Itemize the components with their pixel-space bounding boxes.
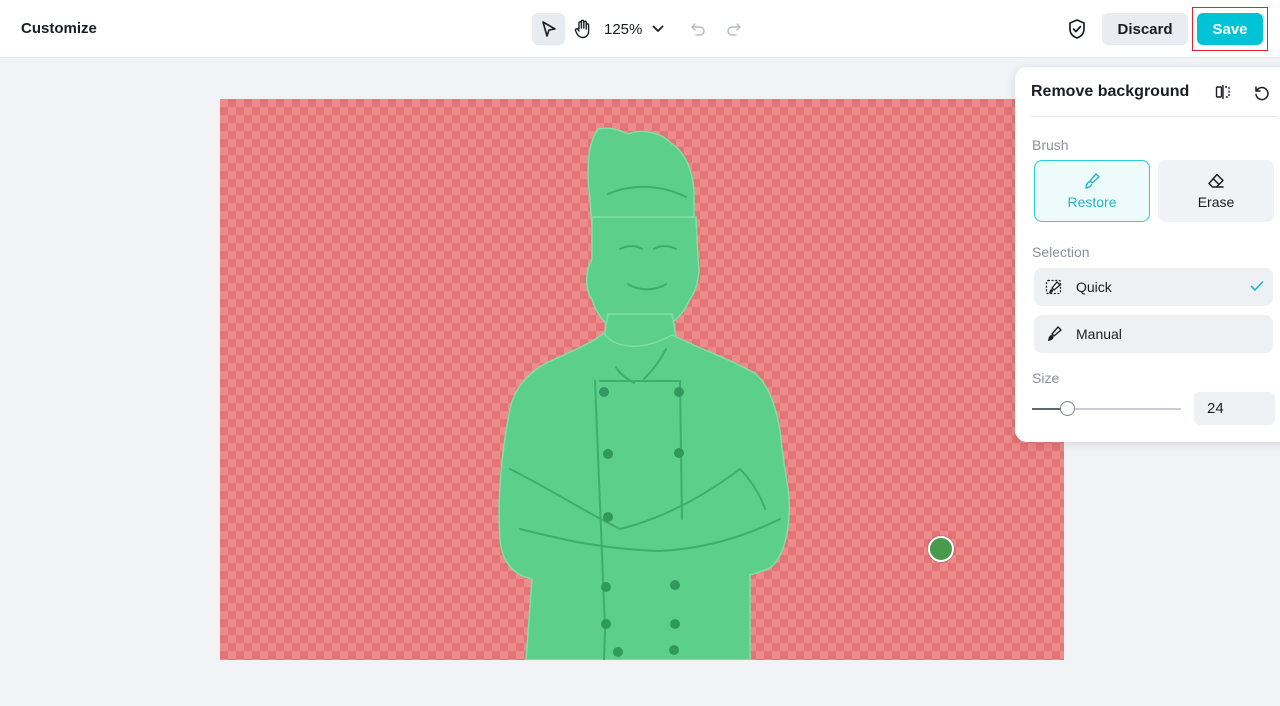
hand-icon <box>574 19 589 39</box>
quick-label: Quick <box>1076 279 1112 295</box>
panel-divider <box>1031 116 1278 117</box>
redo-button[interactable] <box>722 17 746 41</box>
restore-label: Restore <box>1067 194 1117 210</box>
eraser-icon <box>1208 173 1224 188</box>
protect-button[interactable] <box>1064 16 1090 42</box>
undo-icon <box>691 23 705 36</box>
split-compare-icon <box>1215 85 1230 99</box>
brush-icon <box>1085 173 1100 189</box>
checkmark-icon <box>1250 281 1264 291</box>
top-toolbar: Customize 125% Discard Save <box>0 0 1280 58</box>
selection-section-label: Selection <box>1032 244 1090 260</box>
page-title: Customize <box>21 20 97 37</box>
size-input[interactable] <box>1194 392 1275 425</box>
size-slider[interactable] <box>1032 401 1181 416</box>
discard-button[interactable]: Discard <box>1102 13 1188 45</box>
chevron-down-icon <box>652 25 664 32</box>
save-highlight-box: Save <box>1192 7 1268 51</box>
zoom-level: 125% <box>604 20 643 38</box>
magic-brush-icon <box>1044 277 1064 297</box>
remove-background-panel: Remove background Brush Restore Erase Se… <box>1015 67 1280 442</box>
brush-icon <box>1044 324 1064 344</box>
panel-title: Remove background <box>1031 83 1190 100</box>
manual-selection-option[interactable]: Manual <box>1034 315 1273 353</box>
erase-label: Erase <box>1197 194 1235 210</box>
brush-cursor <box>928 536 954 562</box>
subject-mask <box>498 127 790 660</box>
shield-check-icon <box>1069 19 1085 39</box>
cursor-arrow-icon <box>541 21 556 37</box>
restore-brush-button[interactable]: Restore <box>1034 160 1150 222</box>
redo-icon <box>727 23 741 36</box>
select-tool-button[interactable] <box>532 13 565 45</box>
pan-tool-button[interactable] <box>566 13 599 45</box>
size-slider-thumb[interactable] <box>1060 401 1075 416</box>
quick-selection-option[interactable]: Quick <box>1034 268 1273 306</box>
erase-brush-button[interactable]: Erase <box>1158 160 1274 222</box>
compare-button[interactable] <box>1213 82 1233 102</box>
zoom-dropdown[interactable]: 125% <box>604 13 664 45</box>
size-section-label: Size <box>1032 370 1060 386</box>
save-button[interactable]: Save <box>1197 13 1263 45</box>
manual-label: Manual <box>1076 326 1122 342</box>
brush-section-label: Brush <box>1032 137 1069 153</box>
undo-button[interactable] <box>686 17 710 41</box>
edited-image[interactable] <box>220 99 1064 660</box>
reset-button[interactable] <box>1251 82 1271 102</box>
reset-icon <box>1255 86 1269 101</box>
